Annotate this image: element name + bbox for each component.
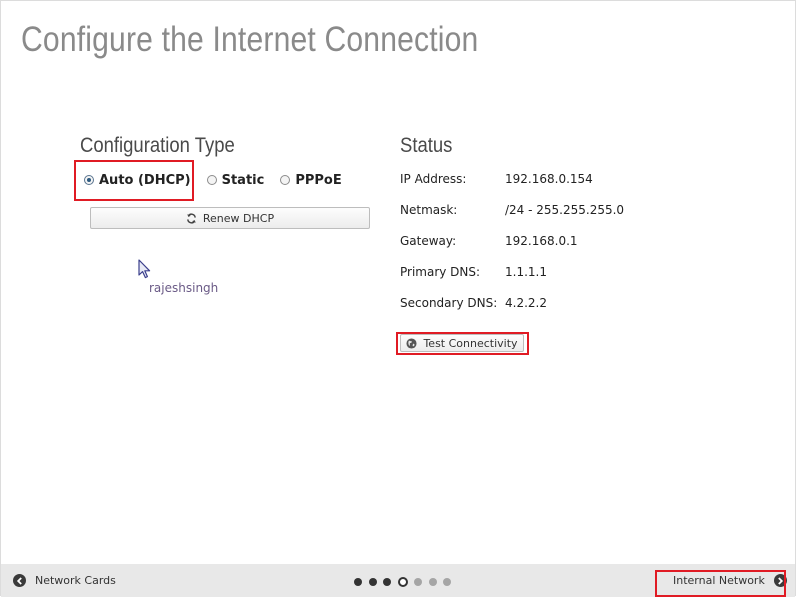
status-label: Primary DNS:	[400, 265, 481, 279]
radio-label-static: Static	[221, 172, 265, 188]
chevron-left-circle-icon	[13, 574, 26, 587]
highlight-box-next	[655, 570, 786, 597]
status-label: Netmask:	[400, 203, 458, 217]
progress-dot	[414, 578, 422, 586]
wizard-progress-dots	[354, 577, 458, 587]
radio-static[interactable]: Static	[206, 172, 265, 188]
page-title: Configure the Internet Connection	[21, 20, 479, 59]
status-value: 1.1.1.1	[505, 265, 547, 279]
radio-button[interactable]	[280, 175, 291, 185]
status-heading: Status	[400, 134, 453, 157]
progress-dot	[428, 578, 437, 586]
status-value: /24 - 255.255.255.0	[505, 203, 625, 217]
progress-dot	[354, 578, 362, 586]
radio-button[interactable]	[206, 175, 217, 185]
progress-dot	[443, 578, 451, 586]
status-label: Secondary DNS:	[400, 296, 498, 310]
progress-dot-current	[397, 577, 408, 587]
radio-label-pppoe: PPPoE	[295, 172, 342, 188]
window-frame	[0, 0, 796, 596]
config-type-heading: Configuration Type	[80, 134, 235, 157]
watermark-text: rajeshsingh	[149, 281, 219, 295]
progress-dot	[383, 578, 391, 586]
status-value: 192.168.0.154	[505, 172, 593, 186]
refresh-icon	[186, 213, 197, 224]
highlight-box-test-connectivity	[396, 332, 529, 355]
renew-dhcp-button[interactable]: Renew DHCP	[90, 207, 370, 229]
renew-dhcp-label: Renew DHCP	[202, 211, 275, 225]
status-label: Gateway:	[400, 234, 457, 248]
status-value: 4.2.2.2	[505, 296, 547, 310]
back-button-label: Network Cards	[35, 574, 116, 587]
radio-pppoe[interactable]: PPPoE	[280, 172, 342, 188]
progress-dot	[368, 578, 377, 586]
highlight-box-dhcp	[74, 160, 194, 201]
mouse-cursor-icon	[138, 259, 152, 283]
status-label: IP Address:	[400, 172, 467, 186]
status-value: 192.168.0.1	[505, 234, 578, 248]
back-button-network-cards[interactable]: Network Cards	[13, 574, 116, 587]
